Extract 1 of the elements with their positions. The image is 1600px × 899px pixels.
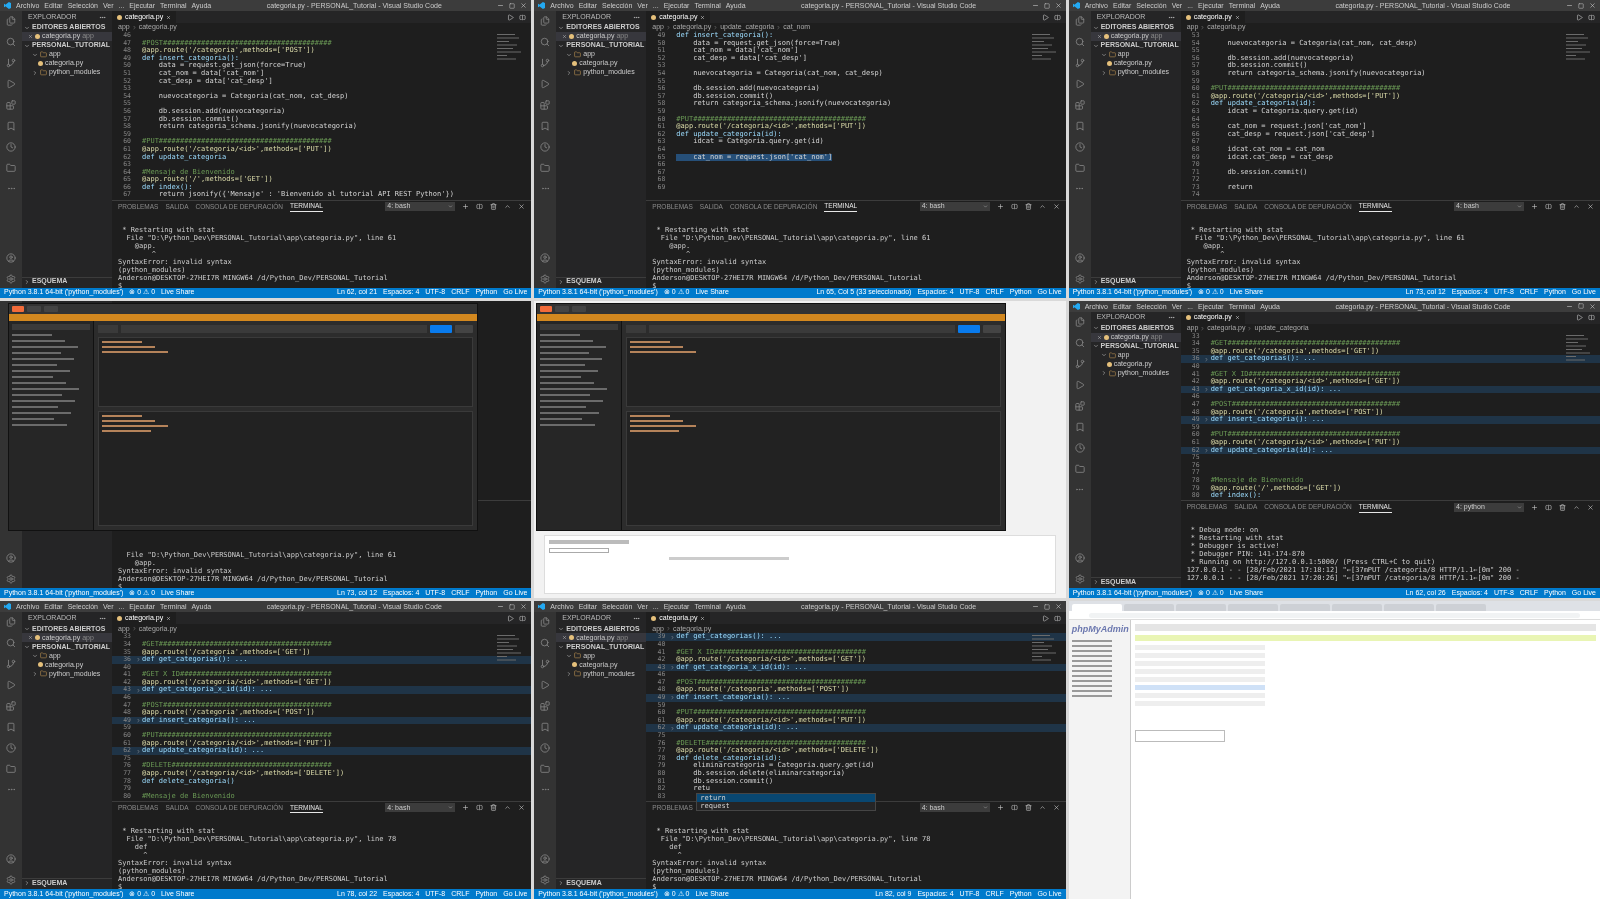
app-logo: phpMyAdmin (1071, 623, 1127, 637)
